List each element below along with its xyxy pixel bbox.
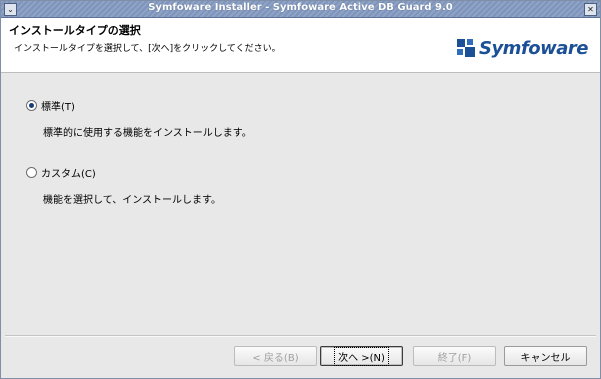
title-bar[interactable]: ⌄ Symfoware Installer - Symfoware Active… — [1, 1, 600, 18]
option-custom[interactable]: カスタム(C) — [26, 165, 96, 180]
logo-text: Symfoware — [478, 37, 589, 59]
radio-custom[interactable] — [26, 167, 37, 178]
finish-button-label: 終了(F) — [437, 352, 472, 364]
radio-standard[interactable] — [26, 100, 37, 111]
installer-window: ⌄ Symfoware Installer - Symfoware Active… — [0, 0, 601, 379]
symfoware-logo-icon — [456, 39, 475, 57]
symfoware-logo: Symfoware — [456, 36, 589, 60]
wizard-header: インストールタイプの選択 インストールタイプを選択して、[次へ]をクリックしてく… — [1, 18, 600, 73]
option-custom-description: 機能を選択して、インストールします。 — [43, 195, 221, 206]
option-custom-label: カスタム(C) — [41, 169, 96, 180]
cancel-button-label: キャンセル — [520, 352, 571, 364]
finish-button[interactable]: 終了(F) — [413, 346, 496, 366]
back-button-label: < 戻る(B) — [252, 352, 299, 364]
window-title: Symfoware Installer - Symfoware Active D… — [148, 2, 453, 13]
next-button[interactable]: 次へ >(N) — [320, 346, 403, 366]
option-standard-description: 標準的に使用する機能をインストールします。 — [43, 128, 252, 139]
back-button[interactable]: < 戻る(B) — [234, 346, 317, 366]
page-instruction: インストールタイプを選択して、[次へ]をクリックしてください。 — [14, 44, 281, 54]
footer-divider — [5, 335, 596, 337]
cancel-button[interactable]: キャンセル — [504, 346, 587, 366]
next-button-label: 次へ >(N) — [334, 346, 389, 366]
window-close-button[interactable]: ✕ — [584, 3, 597, 16]
close-icon: ✕ — [587, 5, 594, 14]
install-type-panel: 標準(T) 標準的に使用する機能をインストールします。 カスタム(C) 機能を選… — [1, 73, 600, 335]
page-title: インストールタイプの選択 — [9, 24, 141, 37]
option-standard[interactable]: 標準(T) — [26, 98, 75, 113]
option-standard-label: 標準(T) — [41, 102, 75, 113]
